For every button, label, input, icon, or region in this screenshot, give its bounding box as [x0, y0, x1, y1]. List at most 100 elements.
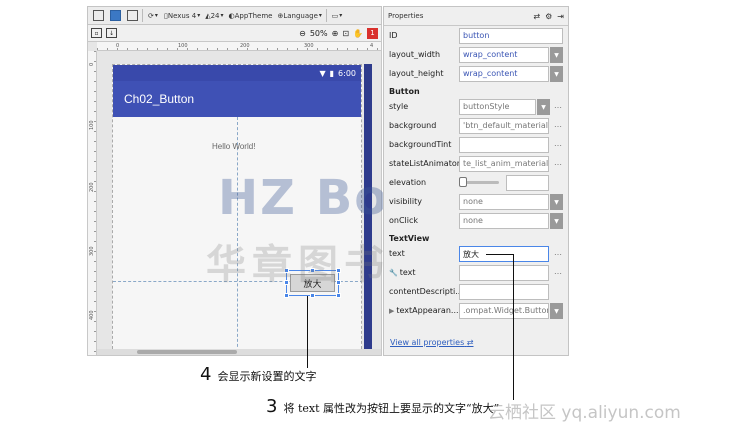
- prop-row-style: style buttonStyle ▼ …: [384, 98, 570, 117]
- zoom-out-icon[interactable]: ⊖: [299, 29, 306, 38]
- contentdescription-field[interactable]: [459, 284, 549, 300]
- ruler-label: 100: [89, 120, 95, 130]
- section-textview: TextView: [389, 234, 430, 243]
- prop-label: style: [389, 102, 409, 111]
- layout-width-select[interactable]: wrap_content: [459, 47, 549, 63]
- more-options-icon[interactable]: …: [554, 101, 562, 110]
- step-text: 会显示新设置的文字: [217, 370, 317, 383]
- statelistanimator-field[interactable]: te_list_anim_material: [459, 156, 549, 172]
- device-frame-icon: ▭: [331, 11, 339, 20]
- hide-panel-icon[interactable]: ⇥: [557, 12, 564, 21]
- chevron-right-icon: ▶: [389, 307, 395, 315]
- language-label: Language: [283, 11, 318, 20]
- prop-label: text: [399, 268, 416, 277]
- elevation-field[interactable]: [506, 175, 549, 191]
- download-icon[interactable]: ↓: [106, 28, 117, 38]
- prop-row-layout-height: layout_height wrap_content ▼: [384, 65, 570, 84]
- textappearance-select[interactable]: .ompat.Widget.Button: [459, 303, 549, 319]
- device-frame-button[interactable]: ▭ ▾: [330, 9, 344, 23]
- zoom-in-icon[interactable]: ⊕: [332, 29, 339, 38]
- gear-icon[interactable]: ⚙: [545, 12, 552, 21]
- orientation-button[interactable]: ⟳ ▾: [146, 9, 160, 23]
- chevron-down-icon: ▾: [339, 12, 343, 19]
- design-icon: [92, 10, 104, 21]
- wrench-icon: 🔧: [389, 269, 398, 277]
- hello-textview[interactable]: Hello World!: [212, 142, 255, 151]
- resize-handle[interactable]: [336, 293, 341, 298]
- more-options-icon[interactable]: …: [554, 120, 562, 129]
- chevron-down-icon: ▾: [220, 12, 224, 19]
- watermark-publisher-cn: 华章图书: [206, 242, 390, 288]
- error-badge[interactable]: 1: [367, 27, 378, 39]
- prop-label: background: [389, 121, 437, 130]
- backgroundtint-field[interactable]: [459, 137, 549, 153]
- slider-thumb[interactable]: [459, 177, 467, 187]
- chevron-down-icon[interactable]: ▼: [537, 99, 550, 115]
- more-options-icon[interactable]: …: [554, 139, 562, 148]
- blueprint-view-button[interactable]: [108, 9, 122, 23]
- api-dropdown[interactable]: ◭ 24 ▾: [204, 9, 224, 23]
- chevron-down-icon[interactable]: ▼: [550, 47, 563, 63]
- device-dropdown[interactable]: ▯ Nexus 4 ▾: [163, 9, 201, 23]
- chevron-down-icon[interactable]: ▼: [550, 303, 563, 319]
- resize-handle[interactable]: [284, 293, 289, 298]
- section-button: Button: [389, 87, 420, 96]
- prop-label: ID: [389, 31, 398, 40]
- tools-text-field[interactable]: [459, 265, 549, 281]
- prop-label-wrap[interactable]: ▶ textAppearan...: [389, 306, 459, 315]
- prop-row-onclick: onClick none ▼: [384, 212, 570, 231]
- callout-line-3: [513, 254, 514, 400]
- device-label: Nexus 4: [167, 11, 197, 20]
- prop-label: layout_width: [389, 50, 441, 59]
- swap-view-icon[interactable]: ⇄: [533, 12, 540, 21]
- callout-line-3-horizontal: [486, 254, 514, 255]
- prop-row-tools-text: 🔧 text …: [384, 264, 570, 283]
- app-bar: Ch02_Button: [113, 81, 361, 117]
- rotate-icon: ⟳: [148, 11, 154, 20]
- more-options-icon[interactable]: …: [554, 248, 562, 257]
- step-text: 将 text 属性改为按钮上要显示的文字“放大”: [283, 402, 500, 415]
- chevron-down-icon[interactable]: ▼: [550, 213, 563, 229]
- language-dropdown[interactable]: ⊕ Language ▾: [276, 9, 322, 23]
- resize-handle[interactable]: [310, 293, 315, 298]
- zoom-fit-icon[interactable]: ⊡: [342, 29, 349, 38]
- id-field[interactable]: button: [459, 28, 563, 44]
- prop-row-backgroundtint: backgroundTint …: [384, 136, 570, 155]
- toolbar-divider: [325, 9, 327, 22]
- chevron-down-icon[interactable]: ▼: [550, 194, 563, 210]
- visibility-select[interactable]: none: [459, 194, 549, 210]
- blueprint-icon: [109, 10, 121, 21]
- view-all-properties-link[interactable]: View all properties ⇄: [390, 338, 474, 347]
- prop-label: visibility: [389, 197, 422, 206]
- background-field[interactable]: 'btn_default_material: [459, 118, 549, 134]
- chevron-down-icon[interactable]: ▼: [550, 66, 563, 82]
- prop-row-statelistanimator: stateListAnimator te_list_anim_material …: [384, 155, 570, 174]
- vertical-ruler: [88, 51, 97, 355]
- app-title: Ch02_Button: [124, 92, 195, 106]
- api-label: 24: [210, 11, 220, 20]
- theme-label: AppTheme: [234, 11, 273, 20]
- prop-label: stateListAnimator: [389, 159, 461, 168]
- prop-row-layout-width: layout_width wrap_content ▼: [384, 46, 570, 65]
- ruler-label: 100: [178, 43, 188, 49]
- prop-label: layout_height: [389, 69, 444, 78]
- elevation-slider[interactable]: [459, 177, 499, 187]
- scrollbar-thumb[interactable]: [137, 350, 237, 354]
- design-view-button[interactable]: [91, 9, 105, 23]
- zoom-level: 50%: [309, 28, 328, 38]
- onclick-select[interactable]: none: [459, 213, 549, 229]
- pan-hand-icon[interactable]: ✋: [353, 29, 363, 38]
- ruler-label: 0: [89, 62, 95, 66]
- style-select[interactable]: buttonStyle: [459, 99, 536, 115]
- theme-dropdown[interactable]: ◐ AppTheme: [228, 9, 274, 23]
- prop-row-textappearance: ▶ textAppearan... .ompat.Widget.Button ▼: [384, 302, 570, 321]
- more-options-icon[interactable]: …: [554, 158, 562, 167]
- show-layout-button[interactable]: ▫: [91, 28, 102, 38]
- prop-label: onClick: [389, 216, 419, 225]
- more-options-icon[interactable]: …: [554, 267, 562, 276]
- prop-row-elevation: elevation: [384, 174, 570, 193]
- split-view-button[interactable]: [125, 9, 139, 23]
- layout-height-select[interactable]: wrap_content: [459, 66, 549, 82]
- horizontal-scrollbar[interactable]: [97, 349, 381, 355]
- horizontal-ruler: [97, 42, 381, 51]
